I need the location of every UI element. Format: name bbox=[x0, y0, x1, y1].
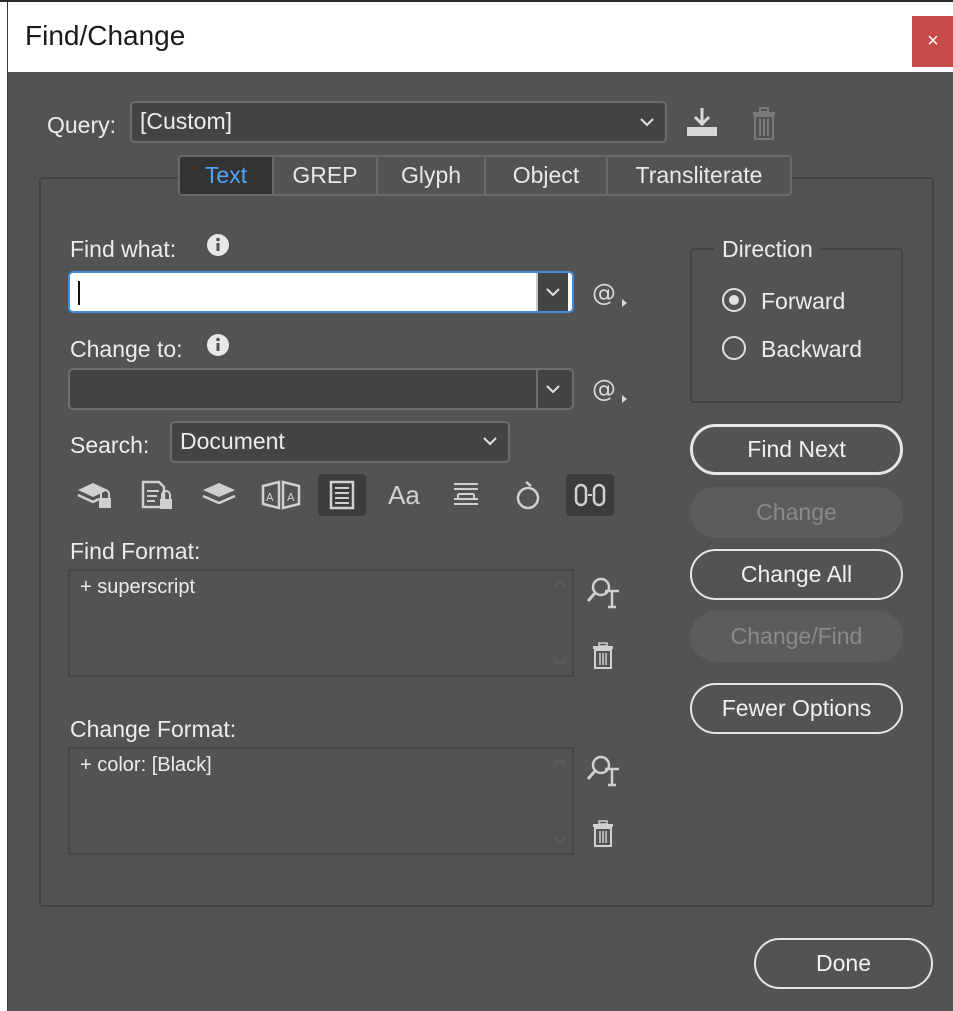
find-next-button[interactable]: Find Next bbox=[690, 424, 903, 475]
whole-word-icon[interactable] bbox=[442, 474, 490, 516]
forward-radio[interactable] bbox=[722, 288, 746, 312]
chevron-down-icon bbox=[476, 423, 504, 461]
change-to-history-button[interactable] bbox=[538, 370, 568, 408]
change-to-input[interactable] bbox=[68, 368, 574, 410]
clear-change-format-icon[interactable] bbox=[591, 820, 615, 848]
close-button[interactable]: × bbox=[912, 16, 953, 67]
include-master-pages-icon[interactable]: A A bbox=[257, 474, 305, 516]
tab-object[interactable]: Object bbox=[486, 157, 608, 194]
svg-text:A: A bbox=[287, 491, 295, 504]
find-what-input[interactable] bbox=[68, 271, 574, 313]
special-characters-find-icon[interactable]: @ bbox=[592, 279, 628, 311]
done-button[interactable]: Done bbox=[754, 938, 933, 989]
specify-find-format-icon[interactable] bbox=[585, 575, 623, 609]
search-label: Search: bbox=[70, 432, 150, 458]
find-change-dialog: Find/Change × Query: [Custom] Text GREP … bbox=[7, 2, 953, 1011]
mode-tabs: Text GREP Glyph Object Transliterate bbox=[178, 155, 792, 196]
backward-label[interactable]: Backward bbox=[761, 336, 862, 363]
scroll-down-icon bbox=[554, 659, 566, 667]
query-value: [Custom] bbox=[140, 108, 233, 134]
change-format-box[interactable]: + color: [Black] bbox=[68, 747, 574, 855]
save-query-icon[interactable] bbox=[684, 105, 720, 139]
case-sensitive-label: Aa bbox=[388, 480, 420, 510]
info-icon bbox=[206, 233, 230, 257]
find-format-box[interactable]: + superscript bbox=[68, 569, 574, 677]
change-all-button[interactable]: Change All bbox=[690, 549, 903, 600]
change-to-label: Change to: bbox=[70, 336, 183, 362]
svg-text:@: @ bbox=[592, 279, 616, 307]
full-half-width-sensitive-icon[interactable] bbox=[566, 474, 614, 516]
change-button[interactable]: Change bbox=[690, 487, 903, 538]
find-what-history-button[interactable] bbox=[538, 273, 568, 311]
svg-text:@: @ bbox=[592, 375, 616, 403]
title-bar: Find/Change × bbox=[8, 2, 953, 72]
include-locked-layers-icon[interactable] bbox=[71, 474, 119, 516]
search-scope-value: Document bbox=[180, 428, 285, 454]
clear-find-format-icon[interactable] bbox=[591, 642, 615, 670]
change-find-button[interactable]: Change/Find bbox=[690, 611, 903, 662]
search-scope-dropdown[interactable]: Document bbox=[170, 421, 510, 463]
case-sensitive-icon[interactable]: Aa bbox=[380, 474, 428, 516]
find-format-value: + superscript bbox=[80, 576, 196, 598]
direction-group bbox=[690, 248, 903, 403]
include-hidden-layers-icon[interactable] bbox=[195, 474, 243, 516]
include-footnotes-icon[interactable] bbox=[318, 474, 366, 516]
text-cursor bbox=[78, 281, 80, 305]
fewer-options-button[interactable]: Fewer Options bbox=[690, 683, 903, 734]
scroll-down-icon bbox=[554, 837, 566, 845]
find-format-label: Find Format: bbox=[70, 538, 201, 564]
query-label: Query: bbox=[47, 112, 117, 138]
specify-change-format-icon[interactable] bbox=[585, 753, 623, 787]
direction-label: Direction bbox=[714, 236, 821, 263]
delete-query-icon[interactable] bbox=[750, 107, 778, 141]
kana-sensitive-icon[interactable] bbox=[504, 474, 552, 516]
tab-text[interactable]: Text bbox=[180, 157, 274, 194]
window-title: Find/Change bbox=[25, 20, 186, 51]
include-locked-stories-icon[interactable] bbox=[133, 474, 181, 516]
query-dropdown[interactable]: [Custom] bbox=[130, 101, 667, 143]
special-characters-change-icon[interactable]: @ bbox=[592, 375, 628, 407]
svg-text:A: A bbox=[266, 491, 274, 504]
tab-transliterate[interactable]: Transliterate bbox=[608, 157, 790, 194]
info-icon bbox=[206, 333, 230, 357]
tab-glyph[interactable]: Glyph bbox=[378, 157, 486, 194]
scroll-up-icon bbox=[554, 757, 566, 765]
forward-label[interactable]: Forward bbox=[761, 288, 845, 315]
change-format-value: + color: [Black] bbox=[80, 754, 212, 776]
change-format-label: Change Format: bbox=[70, 716, 237, 742]
scroll-up-icon bbox=[554, 579, 566, 587]
chevron-down-icon bbox=[633, 103, 661, 141]
find-what-label: Find what: bbox=[70, 236, 177, 262]
backward-radio[interactable] bbox=[722, 336, 746, 360]
tab-grep[interactable]: GREP bbox=[274, 157, 378, 194]
